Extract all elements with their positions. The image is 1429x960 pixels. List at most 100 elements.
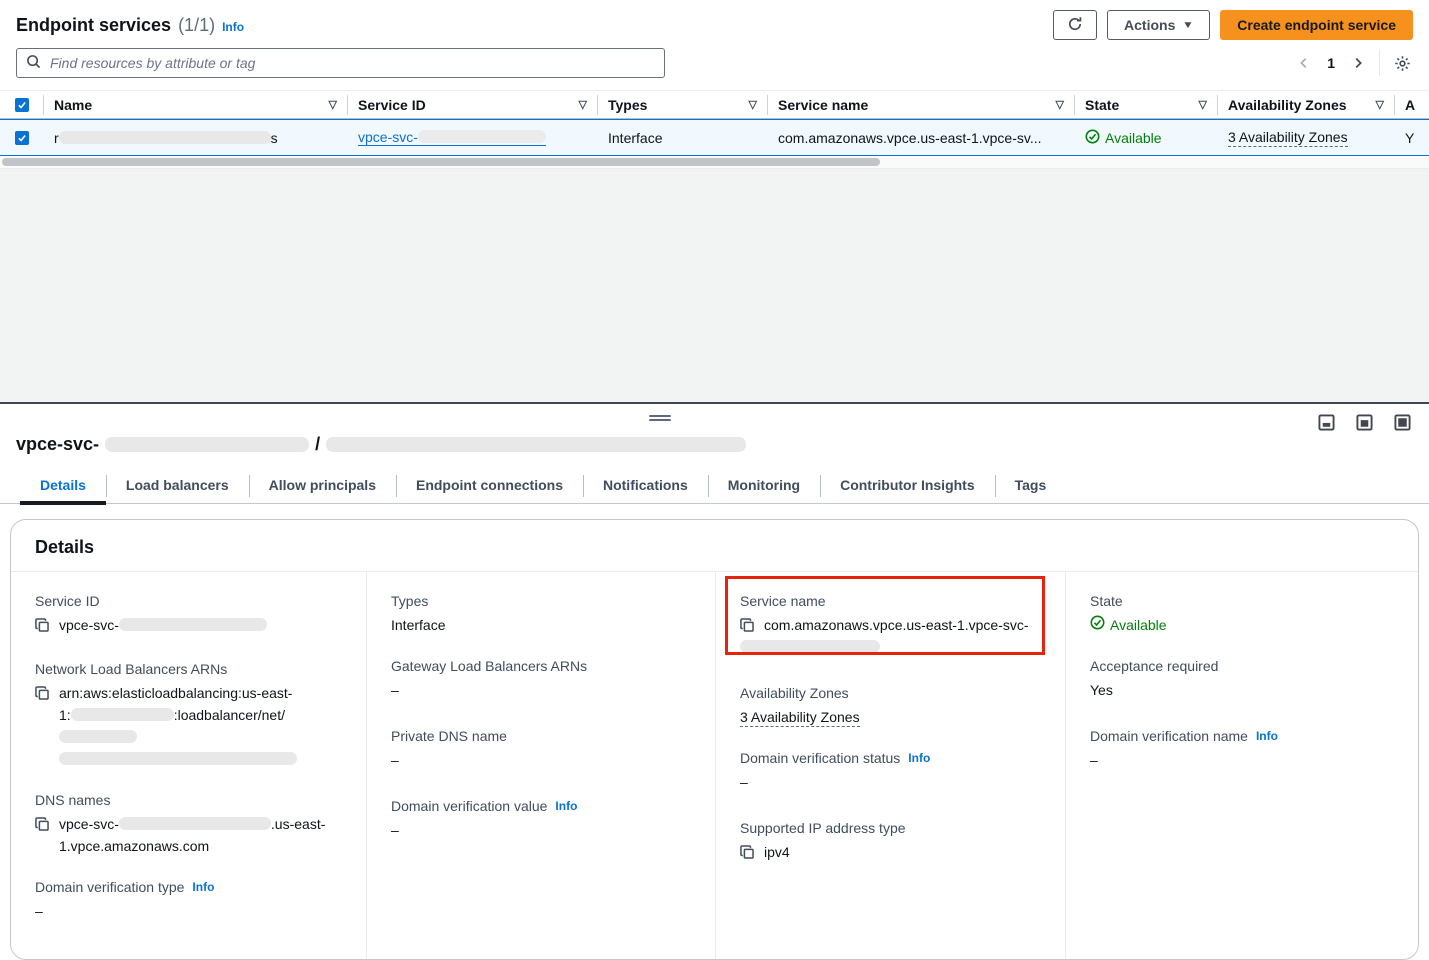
- create-endpoint-service-button[interactable]: Create endpoint service: [1220, 10, 1413, 40]
- field-nlb-arns: Network Load Balancers ARNs arn:aws:elas…: [35, 658, 342, 770]
- filter-icon[interactable]: ▽: [579, 98, 587, 111]
- refresh-button[interactable]: [1053, 10, 1097, 40]
- info-link[interactable]: Info: [1256, 725, 1278, 747]
- panel-tabs: Details Load balancers Allow principals …: [0, 469, 1429, 504]
- tab-notifications[interactable]: Notifications: [583, 469, 708, 503]
- column-header-availability-zones[interactable]: Availability Zones ▽: [1218, 95, 1395, 115]
- availability-zones-popover[interactable]: 3 Availability Zones: [1228, 129, 1348, 147]
- horizontal-scrollbar[interactable]: [0, 156, 1429, 169]
- info-link[interactable]: Info: [555, 795, 577, 817]
- service-name-cell: com.amazonaws.vpce.us-east-1.vpce-sv...: [768, 130, 1075, 146]
- tab-details[interactable]: Details: [20, 469, 106, 503]
- panel-size-large-icon[interactable]: [1392, 412, 1413, 433]
- endpoint-services-table: Name ▽ Service ID ▽ Types ▽ Service name…: [0, 90, 1429, 169]
- filter-icon[interactable]: ▽: [749, 98, 757, 111]
- page-number[interactable]: 1: [1325, 55, 1337, 71]
- tab-contributor-insights[interactable]: Contributor Insights: [820, 469, 995, 503]
- panel-title: vpce-svc- /: [0, 404, 1429, 455]
- filter-toolbar: 1: [0, 46, 1429, 90]
- availability-zones-popover[interactable]: 3 Availability Zones: [740, 709, 860, 727]
- previous-page-button[interactable]: [1295, 54, 1313, 72]
- create-label: Create endpoint service: [1237, 17, 1396, 33]
- tab-endpoint-connections[interactable]: Endpoint connections: [396, 469, 583, 503]
- settings-gear-icon[interactable]: [1392, 53, 1413, 74]
- details-heading: Details: [35, 537, 1394, 558]
- tab-load-balancers[interactable]: Load balancers: [106, 469, 249, 503]
- details-column-4: State Available Acceptance required: [1066, 572, 1418, 959]
- copy-icon[interactable]: [740, 844, 755, 866]
- field-domain-verification-name: Domain verification name Info –: [1090, 725, 1394, 771]
- field-glb-arns: Gateway Load Balancers ARNs –: [391, 655, 691, 701]
- details-column-2: Types Interface Gateway Load Balancers A…: [367, 572, 716, 959]
- content-background: [0, 169, 1429, 402]
- redacted-text: [105, 437, 309, 452]
- name-cell: r s: [44, 130, 348, 146]
- details-column-1: Service ID vpce-svc- Network Load Balanc…: [11, 572, 367, 959]
- info-link[interactable]: Info: [908, 747, 930, 769]
- column-header-service-name[interactable]: Service name ▽: [768, 95, 1075, 115]
- details-card: Details Service ID vpce-svc-: [10, 519, 1419, 960]
- field-acceptance-required: Acceptance required Yes: [1090, 655, 1394, 701]
- tab-monitoring[interactable]: Monitoring: [708, 469, 820, 503]
- field-private-dns-name: Private DNS name –: [391, 725, 691, 771]
- redacted-text: [418, 130, 546, 143]
- search-input[interactable]: [48, 54, 655, 72]
- copy-icon[interactable]: [35, 685, 50, 707]
- toolbar-divider: [1379, 50, 1380, 76]
- column-header-service-id[interactable]: Service ID ▽: [348, 95, 598, 115]
- field-supported-ip-type: Supported IP address type ipv4: [740, 817, 1041, 866]
- page-header: Endpoint services (1/1) Info Actions ▼ C…: [0, 0, 1429, 46]
- redacted-text: [326, 437, 746, 452]
- actions-label: Actions: [1124, 17, 1175, 33]
- filter-icon[interactable]: ▽: [329, 98, 337, 111]
- copy-icon[interactable]: [35, 617, 50, 639]
- scrollbar-thumb[interactable]: [2, 158, 880, 166]
- column-header-acceptance[interactable]: A: [1395, 95, 1429, 115]
- resource-count: (1/1): [178, 15, 215, 36]
- search-icon: [26, 54, 41, 72]
- filter-icon[interactable]: ▽: [1056, 98, 1064, 111]
- endpoint-services-page: Endpoint services (1/1) Info Actions ▼ C…: [0, 0, 1429, 895]
- field-availability-zones: Availability Zones 3 Availability Zones: [740, 682, 1041, 728]
- field-types: Types Interface: [391, 590, 691, 636]
- info-link[interactable]: Info: [222, 20, 244, 34]
- row-checkbox[interactable]: [15, 131, 29, 145]
- check-circle-icon: [1090, 614, 1105, 636]
- table-row[interactable]: r s vpce-svc- Interface com.amazonaws.vp…: [0, 119, 1429, 156]
- caret-down-icon: ▼: [1182, 20, 1194, 31]
- filter-icon[interactable]: ▽: [1376, 98, 1384, 111]
- panel-size-medium-icon[interactable]: [1354, 412, 1375, 433]
- check-circle-icon: [1085, 129, 1100, 147]
- service-id-link[interactable]: vpce-svc-: [358, 129, 546, 146]
- table-header-row: Name ▽ Service ID ▽ Types ▽ Service name…: [0, 91, 1429, 119]
- info-link[interactable]: Info: [192, 876, 214, 898]
- details-column-3: Service name com.amazonaws.vpce.us-east-…: [716, 572, 1066, 959]
- field-service-name: Service name com.amazonaws.vpce.us-east-…: [740, 590, 1041, 658]
- redacted-text: [119, 817, 271, 830]
- field-domain-verification-type: Domain verification type Info –: [35, 876, 342, 922]
- column-header-types[interactable]: Types ▽: [598, 95, 768, 115]
- types-cell: Interface: [598, 130, 768, 146]
- next-page-button[interactable]: [1349, 54, 1367, 72]
- field-domain-verification-status: Domain verification status Info –: [740, 747, 1041, 793]
- field-service-id: Service ID vpce-svc-: [35, 590, 342, 639]
- field-state: State Available: [1090, 590, 1394, 636]
- field-dns-names: DNS names vpce-svc-.us-east- 1.vpce.amaz…: [35, 789, 342, 857]
- refresh-icon: [1067, 16, 1083, 35]
- copy-icon[interactable]: [35, 816, 50, 838]
- filter-icon[interactable]: ▽: [1199, 98, 1207, 111]
- column-header-name[interactable]: Name ▽: [44, 95, 348, 115]
- panel-size-small-icon[interactable]: [1316, 412, 1337, 433]
- redacted-text: [740, 640, 880, 653]
- search-box[interactable]: [16, 48, 665, 78]
- column-header-state[interactable]: State ▽: [1075, 95, 1218, 115]
- actions-button[interactable]: Actions ▼: [1107, 10, 1210, 40]
- panel-resize-handle[interactable]: [649, 413, 671, 423]
- tab-allow-principals[interactable]: Allow principals: [249, 469, 396, 503]
- redacted-text: [59, 730, 137, 743]
- acceptance-cell: Y: [1395, 130, 1429, 146]
- redacted-text: [59, 131, 271, 144]
- select-all-checkbox[interactable]: [15, 98, 29, 112]
- copy-icon[interactable]: [740, 617, 755, 639]
- tab-tags[interactable]: Tags: [995, 469, 1067, 503]
